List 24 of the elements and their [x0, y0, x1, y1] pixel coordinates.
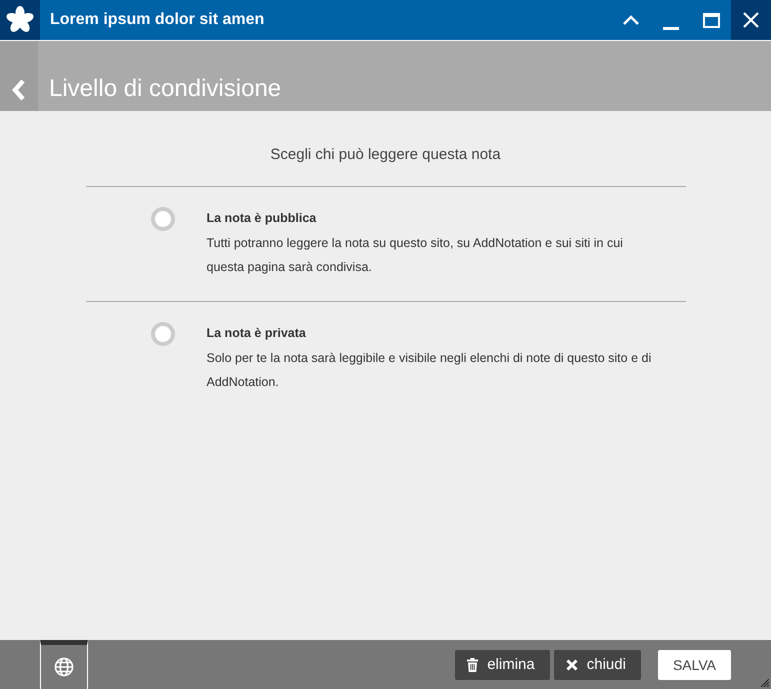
minimize-icon: [663, 26, 679, 30]
close-icon: [743, 12, 759, 28]
page-title: Livello di condivisione: [48, 75, 282, 104]
radio-button[interactable]: [150, 207, 174, 231]
save-button[interactable]: SALVA: [658, 650, 731, 680]
option-title: La nota è privata: [206, 326, 307, 340]
globe-icon: [54, 657, 74, 677]
trash-icon: [467, 658, 478, 672]
option-description: Solo per te la nota sarà leggibile e visibile negli elenchi di note di questo sito e di AddNotation.: [206, 350, 652, 391]
globe-tab[interactable]: [40, 640, 88, 689]
close-button[interactable]: [731, 0, 771, 40]
cross-icon: [566, 658, 578, 670]
window-title: Lorem ipsum dolor sit amen: [49, 11, 266, 29]
maximize-icon: [702, 12, 720, 28]
resize-grip-icon[interactable]: [761, 679, 769, 687]
chevron-up-icon: [623, 15, 639, 25]
option-description: Tutti potranno leggere la nota su questo sito, su AddNotation e sui siti in cui questa pagina sarà condivisa.: [206, 235, 624, 276]
back-icon: [12, 79, 26, 101]
close-dialog-button[interactable]: chiudi: [554, 650, 641, 680]
back-button[interactable]: [0, 41, 38, 111]
prompt-text: Scegli chi può leggere questa nota: [270, 146, 501, 165]
option-title: La nota è pubblica: [206, 211, 318, 225]
radio-button[interactable]: [150, 322, 174, 346]
delete-button[interactable]: elimina: [455, 650, 550, 680]
